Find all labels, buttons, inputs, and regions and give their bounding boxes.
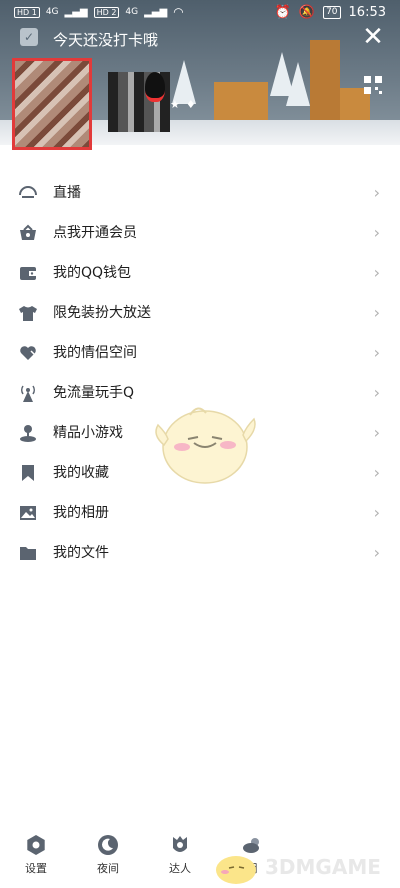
cabin-illustration <box>214 82 268 122</box>
rank-badge-icon: ★ <box>170 98 180 111</box>
menu-item-label: 我的QQ钱包 <box>53 265 132 281</box>
chevron-right-icon: › <box>373 183 380 202</box>
avatar[interactable] <box>12 58 92 150</box>
night-mode-button[interactable]: 夜间 <box>78 828 138 876</box>
chevron-right-icon: › <box>373 503 380 522</box>
menu-item-label: 直播 <box>53 185 81 201</box>
chevron-right-icon: › <box>373 463 380 482</box>
bookmark-icon <box>18 463 38 483</box>
status-bar: HD 1 4G ▂▄▆ HD 2 4G ▂▄▆ ◠ ⏰ 🔕 70 16:53 <box>0 0 400 26</box>
signal-bars-icon: ▂▄▆ <box>64 6 88 18</box>
vip-basket-icon <box>18 223 38 243</box>
site-watermark: 3DMGAME <box>205 850 400 886</box>
menu-item-dressup[interactable]: 限免装扮大放送 › <box>0 293 400 333</box>
hearts-icon <box>18 343 38 363</box>
night-mode-label: 夜间 <box>97 862 119 875</box>
menu-item-label: 我的情侣空间 <box>53 345 137 361</box>
chevron-right-icon: › <box>373 303 380 322</box>
tower-illustration <box>310 40 340 122</box>
chick-mascot-illustration <box>155 407 256 484</box>
live-icon <box>18 183 38 203</box>
shirt-icon <box>18 303 38 323</box>
sim1-badge: HD 1 <box>14 6 40 18</box>
mute-icon: 🔕 <box>298 5 316 20</box>
chevron-right-icon: › <box>373 263 380 282</box>
settings-button[interactable]: 设置 <box>6 828 66 876</box>
wallet-icon <box>18 263 38 283</box>
menu-item-label: 我的相册 <box>53 505 109 521</box>
photo-icon <box>18 503 38 523</box>
gear-icon <box>25 834 47 856</box>
sim2-badge: HD 2 <box>93 6 120 18</box>
menu-item-live[interactable]: 直播 › <box>0 173 400 213</box>
chevron-right-icon: › <box>373 423 380 442</box>
chevron-right-icon: › <box>373 383 380 402</box>
menu-item-files[interactable]: 我的文件 › <box>0 533 400 573</box>
close-icon[interactable]: ✕ <box>360 24 386 50</box>
chick-watermark-icon <box>216 856 256 884</box>
menu-item-label: 限免装扮大放送 <box>53 305 151 321</box>
qq-penguin-icon <box>145 72 165 102</box>
menu-item-label: 我的文件 <box>53 545 109 561</box>
menu-item-label: 我的收藏 <box>53 465 109 481</box>
menu-item-wallet[interactable]: 我的QQ钱包 › <box>0 253 400 293</box>
snow-tree <box>286 62 310 106</box>
clock-time: 16:53 <box>348 5 386 20</box>
signal-text: 4G <box>125 7 139 17</box>
checkin-icon[interactable]: ✓ <box>20 28 38 46</box>
menu-item-album[interactable]: 我的相册 › <box>0 493 400 533</box>
diamond-icon: ♦ <box>185 98 196 111</box>
chevron-right-icon: › <box>373 343 380 362</box>
moon-icon <box>97 834 119 856</box>
battery-indicator: 70 <box>323 6 341 19</box>
expert-badge-icon <box>169 834 191 856</box>
expert-button[interactable]: 达人 <box>150 828 210 876</box>
folder-icon <box>18 543 38 563</box>
game-joystick-icon <box>18 423 38 443</box>
settings-label: 设置 <box>25 862 47 875</box>
chevron-right-icon: › <box>373 223 380 242</box>
watermark-text: 3DMGAME <box>265 855 381 879</box>
expert-label: 达人 <box>169 862 191 875</box>
level-badges[interactable]: ★ ♦ <box>170 98 196 111</box>
wifi-icon: ◠ <box>173 5 184 19</box>
antenna-icon <box>18 383 38 403</box>
menu-item-vip[interactable]: 点我开通会员 › <box>0 213 400 253</box>
signal-text: 4G <box>45 7 59 17</box>
checkin-text[interactable]: 今天还没打卡哦 <box>53 29 158 50</box>
chevron-right-icon: › <box>373 543 380 562</box>
drawer-menu: 直播 › 点我开通会员 › 我的QQ钱包 › 限免装扮大放送 › 我的情侣空间 … <box>0 173 400 573</box>
menu-item-label: 精品小游戏 <box>53 425 123 441</box>
signal-bars-icon: ▂▄▆ <box>144 6 168 18</box>
qr-code-icon[interactable] <box>364 76 382 94</box>
menu-item-label: 免流量玩手Q <box>53 385 135 401</box>
menu-item-label: 点我开通会员 <box>53 225 137 241</box>
menu-item-couple-space[interactable]: 我的情侣空间 › <box>0 333 400 373</box>
alarm-icon: ⏰ <box>274 5 291 20</box>
